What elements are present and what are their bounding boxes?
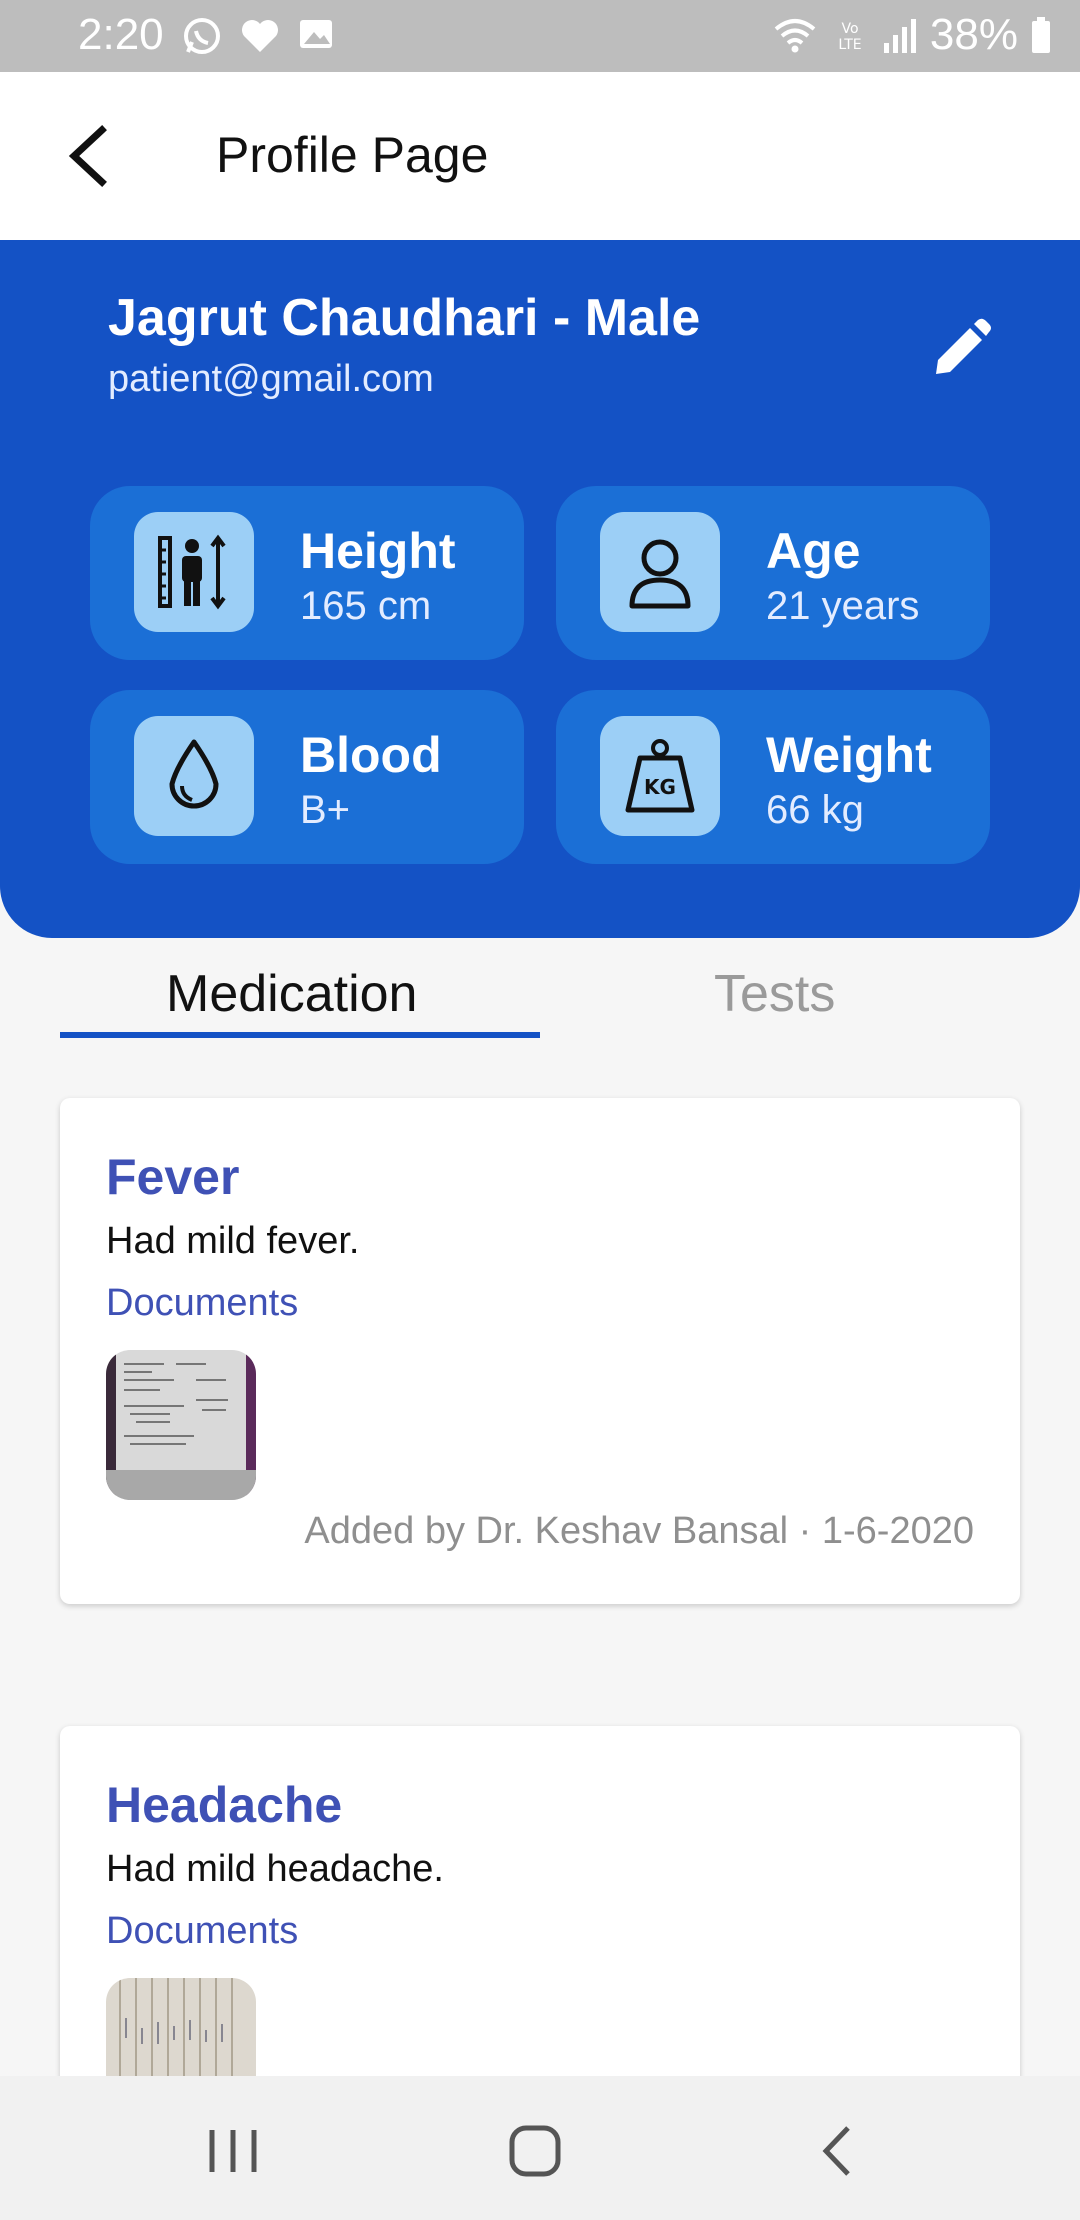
documents-label: Documents bbox=[106, 1910, 299, 1952]
status-bar: 2:20 Vo LTE 38% bbox=[0, 0, 1080, 72]
status-system-icons: Vo LTE 38% bbox=[772, 10, 1052, 60]
status-notification-icons bbox=[180, 14, 336, 58]
system-nav-bar bbox=[0, 2076, 1080, 2220]
home-icon[interactable] bbox=[500, 2116, 570, 2186]
stat-label: Age bbox=[766, 523, 861, 579]
blood-drop-icon bbox=[134, 716, 254, 836]
weight-icon: KG bbox=[600, 716, 720, 836]
wifi-icon bbox=[772, 15, 818, 55]
stat-value: 66 kg bbox=[766, 788, 864, 832]
stat-value: 21 years bbox=[766, 584, 920, 628]
profile-header: Jagrut Chaudhari - Male patient@gmail.co… bbox=[0, 240, 1080, 938]
signal-icon bbox=[882, 15, 918, 55]
profile-name: Jagrut Chaudhari - Male bbox=[108, 289, 701, 347]
stat-card-weight: KG Weight 66 kg bbox=[556, 690, 990, 864]
profile-email: patient@gmail.com bbox=[108, 358, 434, 400]
stat-label: Height bbox=[300, 523, 456, 579]
stat-label: Blood bbox=[300, 727, 442, 783]
stat-label: Weight bbox=[766, 727, 932, 783]
back-arrow-icon[interactable] bbox=[56, 120, 128, 192]
tab-bar: Medication Tests bbox=[0, 964, 1080, 1064]
record-description: Had mild fever. bbox=[106, 1220, 360, 1262]
record-title: Fever bbox=[106, 1149, 240, 1205]
record-description: Had mild headache. bbox=[106, 1848, 444, 1890]
svg-text:LTE: LTE bbox=[838, 37, 861, 53]
tab-medication[interactable]: Medication bbox=[166, 964, 417, 1024]
gallery-icon bbox=[296, 14, 336, 58]
battery-percent: 38% bbox=[929, 10, 1018, 59]
person-icon bbox=[600, 512, 720, 632]
stat-value: B+ bbox=[300, 788, 351, 832]
health-heart-icon bbox=[238, 14, 282, 58]
recents-icon[interactable] bbox=[198, 2116, 268, 2186]
record-footer: Added by Dr. Keshav Bansal · 1-6-2020 bbox=[304, 1510, 974, 1552]
record-title: Headache bbox=[106, 1777, 343, 1833]
tab-indicator bbox=[60, 1032, 540, 1038]
document-thumbnail[interactable] bbox=[106, 1350, 256, 1500]
stat-card-age: Age 21 years bbox=[556, 486, 990, 660]
back-icon[interactable] bbox=[804, 2116, 874, 2186]
svg-text:KG: KG bbox=[644, 775, 676, 799]
documents-label: Documents bbox=[106, 1282, 299, 1324]
record-card[interactable]: Fever Had mild fever. Documents Added by… bbox=[60, 1098, 1020, 1604]
stat-value: 165 cm bbox=[300, 584, 432, 628]
tab-tests[interactable]: Tests bbox=[714, 964, 835, 1024]
page-title: Profile Page bbox=[216, 127, 489, 183]
app-bar: Profile Page bbox=[0, 72, 1080, 240]
pencil-icon[interactable] bbox=[926, 316, 994, 384]
battery-icon bbox=[1030, 15, 1052, 55]
volte-icon: Vo LTE bbox=[830, 15, 870, 55]
height-icon bbox=[134, 512, 254, 632]
status-time: 2:20 bbox=[78, 10, 164, 59]
whatsapp-icon bbox=[180, 14, 224, 58]
svg-text:Vo: Vo bbox=[841, 21, 858, 37]
stat-card-blood: Blood B+ bbox=[90, 690, 524, 864]
stat-card-height: Height 165 cm bbox=[90, 486, 524, 660]
